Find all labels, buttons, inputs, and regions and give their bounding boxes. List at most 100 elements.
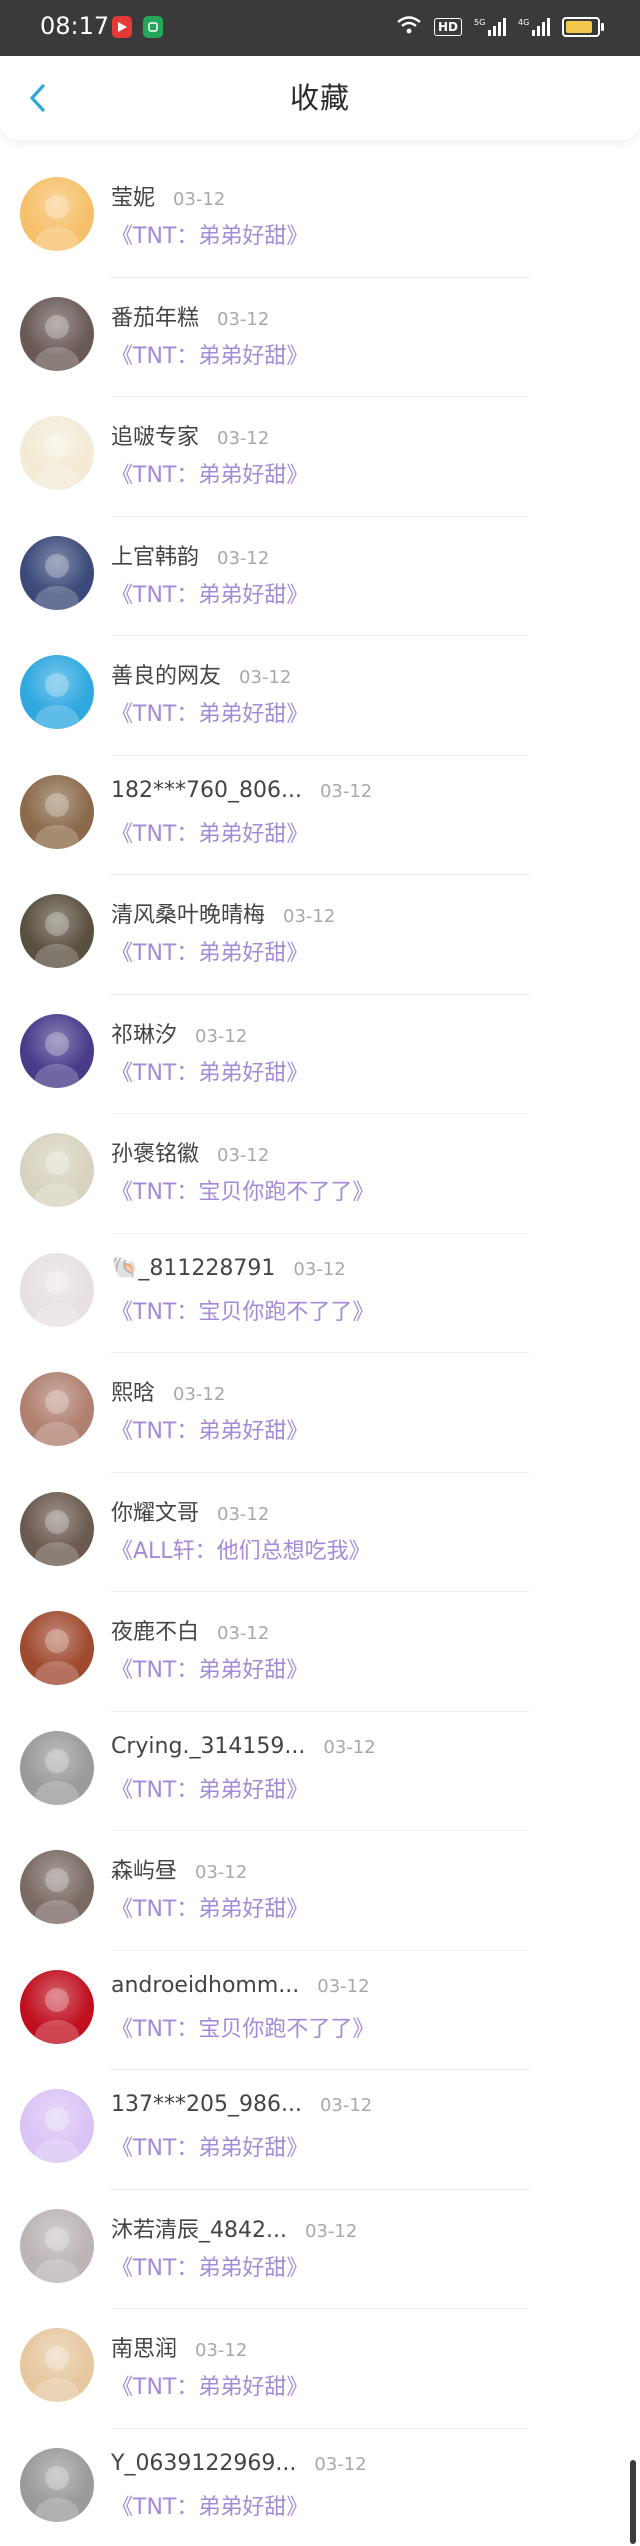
list-item[interactable]: 你耀文哥 03-12 《ALL轩：他们总想吃我》 <box>0 1473 640 1592</box>
user-name[interactable]: 上官韩韵 <box>111 539 199 571</box>
app-notification-icon <box>143 16 163 38</box>
user-name[interactable]: 南思润 <box>111 2331 177 2363</box>
avatar[interactable] <box>20 2447 94 2522</box>
list-item[interactable]: 祁琳汐 03-12 《TNT：弟弟好甜》 <box>0 995 640 1114</box>
work-title-link[interactable]: 《TNT：弟弟好甜》 <box>111 935 308 967</box>
avatar[interactable] <box>20 535 94 610</box>
user-name[interactable]: 🐚_811228791 <box>111 1256 275 1281</box>
avatar[interactable] <box>20 774 94 849</box>
avatar[interactable] <box>20 2089 94 2163</box>
avatar[interactable] <box>20 655 94 729</box>
avatar[interactable] <box>20 1491 94 1566</box>
avatar-silhouette-icon <box>20 1372 94 1446</box>
list-item[interactable]: 137***205_986... 03-12 《TNT：弟弟好甜》 <box>0 2070 640 2190</box>
list-item[interactable]: 清风桑叶晚晴梅 03-12 《TNT：弟弟好甜》 <box>0 875 640 995</box>
avatar[interactable] <box>20 1372 94 1446</box>
favorite-date: 03-12 <box>217 547 270 569</box>
list-item[interactable]: 沐若清辰_4842... 03-12 《TNT：弟弟好甜》 <box>0 2190 640 2309</box>
avatar[interactable] <box>20 1013 94 1088</box>
avatar[interactable] <box>20 1611 94 1685</box>
work-title-link[interactable]: 《TNT：弟弟好甜》 <box>111 338 308 370</box>
favorite-date: 03-12 <box>317 1975 370 1997</box>
user-name[interactable]: 孙褒铭徽 <box>111 1136 199 1168</box>
avatar[interactable] <box>20 2208 94 2283</box>
work-title-link[interactable]: 《TNT：弟弟好甜》 <box>111 2489 308 2521</box>
user-name[interactable]: 沐若清辰_4842... <box>111 2212 287 2244</box>
avatar[interactable] <box>20 416 94 490</box>
header-bar: 收藏 <box>0 56 640 140</box>
item-header: 上官韩韵 03-12 <box>111 539 269 571</box>
list-item[interactable]: 🐚_811228791 03-12 《TNT：宝贝你跑不了了》 <box>0 1234 640 1353</box>
favorite-date: 03-12 <box>217 428 270 449</box>
user-name[interactable]: 清风桑叶晚晴梅 <box>111 897 265 929</box>
user-name[interactable]: 番茄年糕 <box>111 300 199 332</box>
list-item[interactable]: Crying._314159... 03-12 《TNT：弟弟好甜》 <box>0 1712 640 1831</box>
user-name[interactable]: Y_0639122969... <box>111 2451 296 2476</box>
work-title-link[interactable]: 《TNT：弟弟好甜》 <box>111 1055 308 1087</box>
work-title-link[interactable]: 《TNT：弟弟好甜》 <box>111 1413 308 1445</box>
user-name[interactable]: androeidhomm... <box>111 1973 299 1998</box>
avatar[interactable] <box>20 296 94 371</box>
work-title-link[interactable]: 《TNT：宝贝你跑不了了》 <box>111 1174 374 1206</box>
list-item[interactable]: 182***760_806... 03-12 《TNT：弟弟好甜》 <box>0 756 640 875</box>
user-name[interactable]: 137***205_986... <box>111 2092 302 2117</box>
work-title-link[interactable]: 《TNT：弟弟好甜》 <box>111 577 308 609</box>
favorite-date: 03-12 <box>314 2453 367 2475</box>
avatar[interactable] <box>20 1850 94 1924</box>
avatar[interactable] <box>20 894 94 968</box>
user-name[interactable]: 祁琳汐 <box>111 1017 177 1049</box>
work-title-link[interactable]: 《TNT：弟弟好甜》 <box>111 2250 308 2282</box>
user-name[interactable]: Crying._314159... <box>111 1734 305 1759</box>
status-icons: HD 5G 4G <box>396 14 604 40</box>
work-title-link[interactable]: 《TNT：弟弟好甜》 <box>111 1772 308 1804</box>
work-title-link[interactable]: 《TNT：弟弟好甜》 <box>111 457 308 489</box>
list-item[interactable]: 上官韩韵 03-12 《TNT：弟弟好甜》 <box>0 517 640 636</box>
list-item[interactable]: 熙晗 03-12 《TNT：弟弟好甜》 <box>0 1353 640 1473</box>
list-item[interactable]: 夜鹿不白 03-12 《TNT：弟弟好甜》 <box>0 1592 640 1712</box>
avatar[interactable] <box>20 1969 94 2044</box>
work-title-link[interactable]: 《ALL轩：他们总想吃我》 <box>111 1533 371 1565</box>
avatar-silhouette-icon <box>20 1850 94 1924</box>
user-name[interactable]: 莹妮 <box>111 180 155 212</box>
avatar[interactable] <box>20 177 94 251</box>
list-item[interactable]: 南思润 03-12 《TNT：弟弟好甜》 <box>0 2309 640 2429</box>
work-title-link[interactable]: 《TNT：弟弟好甜》 <box>111 218 308 250</box>
user-name[interactable]: 森屿昼 <box>111 1853 177 1885</box>
user-name[interactable]: 善良的网友 <box>111 658 221 690</box>
list-item[interactable]: 莹妮 03-12 《TNT：弟弟好甜》 <box>0 158 640 278</box>
work-title-link[interactable]: 《TNT：宝贝你跑不了了》 <box>111 1294 374 1326</box>
user-name[interactable]: 追啵专家 <box>111 419 199 451</box>
page-title: 收藏 <box>289 81 350 115</box>
list-item[interactable]: 番茄年糕 03-12 《TNT：弟弟好甜》 <box>0 278 640 397</box>
user-name[interactable]: 182***760_806... <box>111 778 302 803</box>
hd-icon: HD <box>433 18 462 36</box>
user-name[interactable]: 熙晗 <box>111 1375 155 1407</box>
avatar-silhouette-icon <box>20 1253 94 1327</box>
work-title-link[interactable]: 《TNT：弟弟好甜》 <box>111 1652 308 1684</box>
avatar[interactable] <box>20 1252 94 1327</box>
avatar-silhouette-icon <box>20 894 94 968</box>
work-title-link[interactable]: 《TNT：弟弟好甜》 <box>111 816 308 848</box>
work-title-link[interactable]: 《TNT：宝贝你跑不了了》 <box>111 2011 374 2043</box>
work-title-link[interactable]: 《TNT：弟弟好甜》 <box>111 696 308 728</box>
avatar[interactable] <box>20 1133 94 1207</box>
work-title-link[interactable]: 《TNT：弟弟好甜》 <box>111 2369 308 2401</box>
list-item[interactable]: androeidhomm... 03-12 《TNT：宝贝你跑不了了》 <box>0 1951 640 2070</box>
list-item[interactable]: 森屿昼 03-12 《TNT：弟弟好甜》 <box>0 1831 640 1951</box>
item-header: 莹妮 03-12 <box>111 180 225 212</box>
list-item[interactable]: 追啵专家 03-12 《TNT：弟弟好甜》 <box>0 397 640 517</box>
work-title-link[interactable]: 《TNT：弟弟好甜》 <box>111 2130 308 2162</box>
avatar-silhouette-icon <box>20 655 94 729</box>
list-item[interactable]: Y_0639122969... 03-12 《TNT：弟弟好甜》 <box>0 2429 640 2546</box>
list-item[interactable]: 善良的网友 03-12 《TNT：弟弟好甜》 <box>0 636 640 756</box>
list-item[interactable]: 孙褒铭徽 03-12 《TNT：宝贝你跑不了了》 <box>0 1114 640 1234</box>
avatar[interactable] <box>20 1730 94 1805</box>
battery-icon <box>562 17 604 37</box>
user-name[interactable]: 你耀文哥 <box>111 1495 199 1527</box>
item-header: 祁琳汐 03-12 <box>111 1017 247 1049</box>
scrollbar[interactable] <box>630 2460 636 2544</box>
user-name[interactable]: 夜鹿不白 <box>111 1614 199 1646</box>
work-title-link[interactable]: 《TNT：弟弟好甜》 <box>111 1891 308 1923</box>
avatar-silhouette-icon <box>20 297 94 371</box>
avatar[interactable] <box>20 2328 94 2402</box>
